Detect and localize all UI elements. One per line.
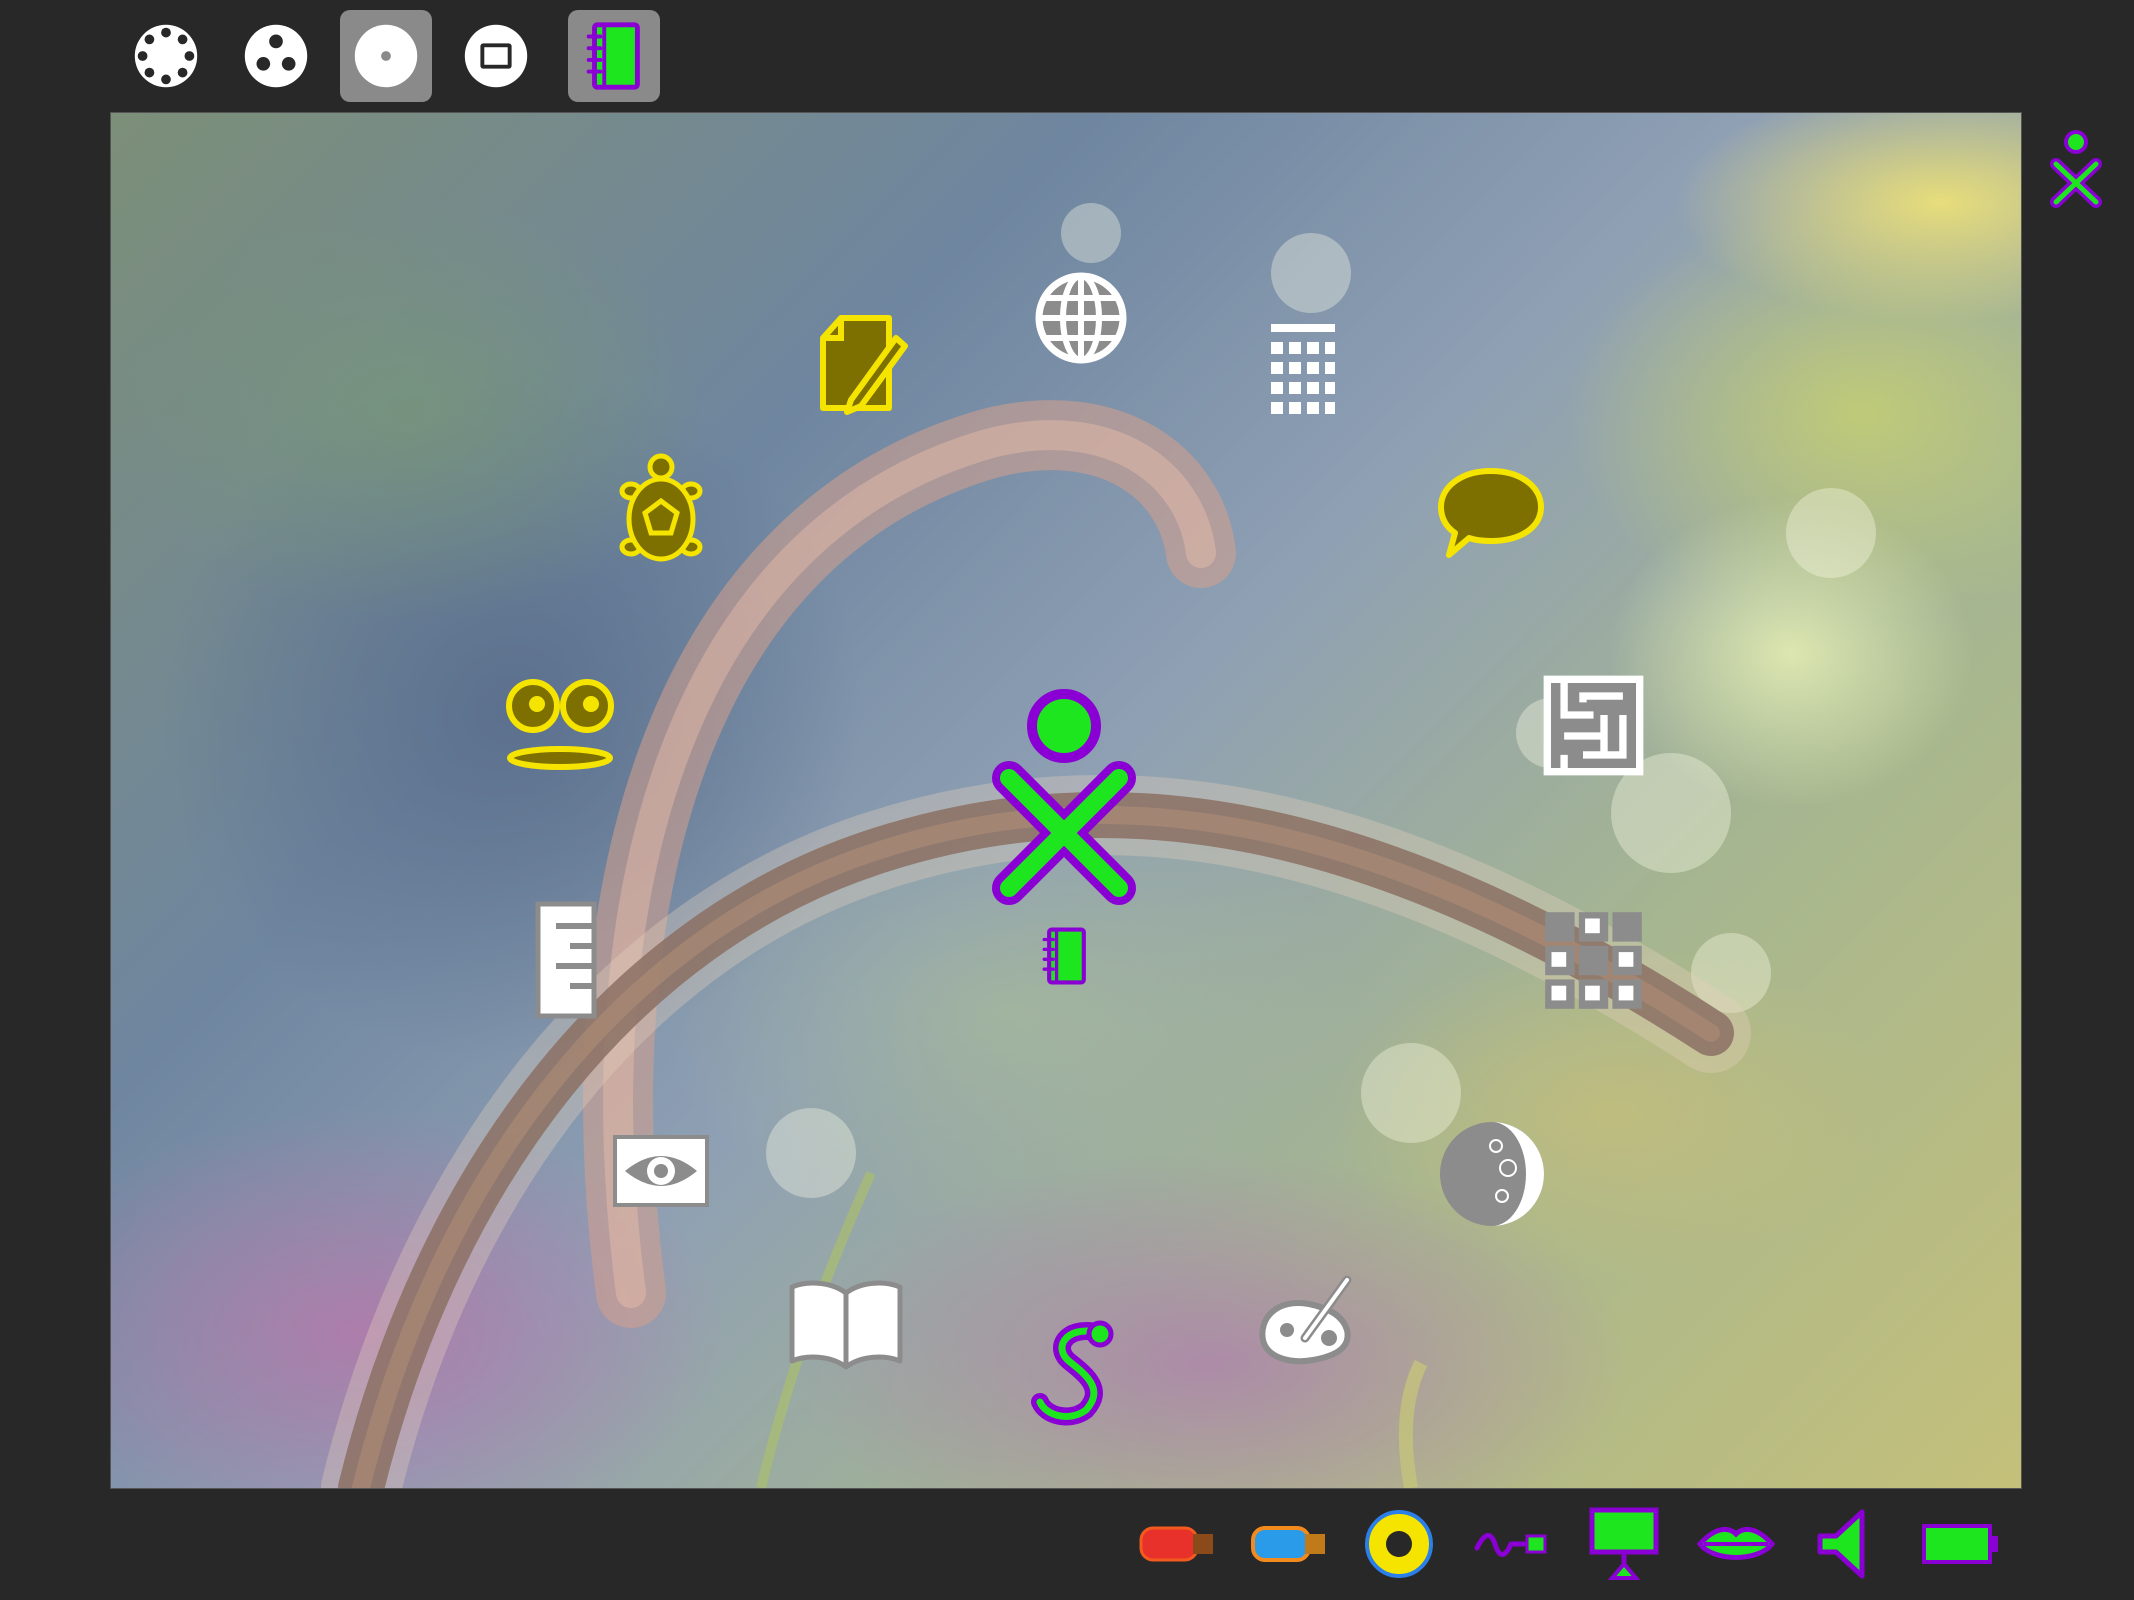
pippy-activity-icon [1031, 1320, 1114, 1426]
neighborhood-view-button[interactable] [120, 10, 212, 102]
usb-drive-blue-icon [1251, 1526, 1325, 1562]
browse-activity[interactable] [1031, 268, 1131, 368]
moon-activity-icon [1440, 1122, 1544, 1226]
measure-activity[interactable] [526, 898, 606, 1023]
home-view-button[interactable] [340, 10, 432, 102]
turtle-art-activity[interactable] [611, 451, 711, 571]
chat-activity[interactable] [1433, 463, 1548, 563]
home-view-icon [354, 24, 418, 88]
owner-xo-button[interactable] [2044, 128, 2108, 210]
chat-activity-icon [1438, 468, 1544, 558]
record-activity[interactable] [495, 668, 625, 778]
xo-owner-icon [2050, 130, 2102, 208]
speaker-volume-button[interactable] [1804, 1500, 1892, 1588]
speaker-volume-icon [1817, 1509, 1865, 1579]
activity-view-icon [464, 24, 528, 88]
measure-activity-icon [535, 901, 597, 1019]
usb-drive-blue-button[interactable] [1245, 1500, 1333, 1588]
calculate-activity[interactable] [1263, 318, 1343, 418]
paint-activity-icon [1259, 1275, 1352, 1365]
write-activity-icon [820, 315, 908, 415]
optical-disc-button[interactable] [1355, 1500, 1443, 1588]
moon-activity[interactable] [1436, 1118, 1548, 1230]
read-activity[interactable] [786, 1273, 906, 1373]
memorize-activity-icon [1545, 912, 1642, 1009]
speech-icon [1696, 1526, 1776, 1560]
usb-drive-red-button[interactable] [1133, 1500, 1221, 1588]
record-activity-icon [506, 679, 614, 770]
xo-buddy-icon [992, 689, 1136, 905]
maze-activity-icon [1543, 675, 1644, 776]
write-activity[interactable] [801, 308, 911, 423]
speech-button[interactable] [1692, 1500, 1780, 1588]
calculate-activity-icon [1271, 324, 1335, 414]
journal-button[interactable] [568, 10, 660, 102]
imageviewer-activity-icon [613, 1135, 709, 1207]
journal-button[interactable] [1031, 918, 1097, 994]
browse-activity-icon [1035, 272, 1127, 364]
usb-drive-red-icon [1139, 1526, 1213, 1562]
journal-icon [1042, 927, 1086, 985]
network-wire-button[interactable] [1467, 1500, 1555, 1588]
network-wire-icon [1474, 1533, 1547, 1557]
activity-view-button[interactable] [450, 10, 542, 102]
group-view-button[interactable] [230, 10, 322, 102]
turtle-art-activity-icon [619, 453, 703, 562]
maze-activity[interactable] [1541, 673, 1646, 778]
optical-disc-icon [1365, 1510, 1433, 1578]
paint-activity[interactable] [1251, 1268, 1366, 1378]
neighborhood-view-icon [134, 24, 198, 88]
xo-buddy-button[interactable] [981, 688, 1147, 908]
display-button[interactable] [1580, 1500, 1668, 1588]
pippy-activity[interactable] [1026, 1318, 1126, 1428]
memorize-activity[interactable] [1541, 908, 1646, 1013]
read-activity-icon [789, 1280, 903, 1370]
journal-icon [586, 22, 640, 90]
group-view-icon [244, 24, 308, 88]
battery-icon [1922, 1524, 1998, 1564]
battery-button[interactable] [1916, 1500, 2004, 1588]
display-icon [1589, 1507, 1659, 1580]
imageviewer-activity[interactable] [611, 1133, 711, 1209]
home-desktop [110, 112, 2022, 1489]
